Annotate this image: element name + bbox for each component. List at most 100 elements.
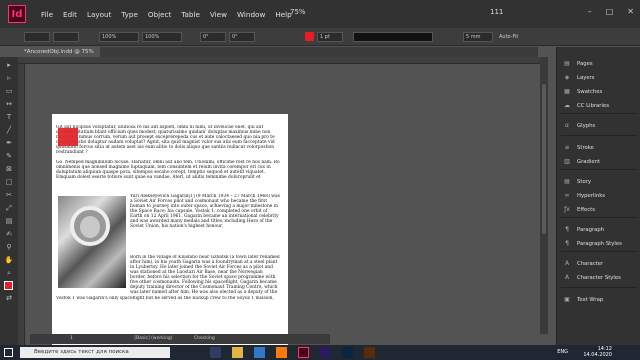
document-tabs: *AnсoredObj.indd @ 75% — [18, 47, 538, 57]
panel-item-story[interactable]: ▤ Story — [557, 175, 640, 188]
photoshop-icon[interactable] — [342, 347, 353, 358]
zoom-tool-icon[interactable]: ⌕ — [4, 268, 14, 278]
rectangle-frame-tool-icon[interactable]: ⊠ — [4, 164, 14, 174]
panel-item-label: Character Styles — [577, 274, 621, 281]
taskbar-search-input[interactable]: Введите здесь текст для поиска — [20, 347, 170, 358]
gradient-tool-icon[interactable]: ▤ — [4, 216, 14, 226]
stroke-type-field[interactable] — [353, 31, 433, 42]
explorer-icon[interactable] — [232, 347, 243, 358]
menu-view[interactable]: View — [205, 10, 232, 19]
panel-item-effects[interactable]: ƒx Effects — [557, 203, 640, 216]
menu-edit[interactable]: Edit — [58, 10, 82, 19]
bio-text-2[interactable]: Born in the village of Klushino near Gzh… — [130, 255, 280, 295]
panel-item-stroke[interactable]: ≡ Stroke — [557, 141, 640, 154]
clock-date: 14.04.2020 — [583, 352, 612, 358]
panel-item-character[interactable]: A Character — [557, 257, 640, 270]
scissors-tool-icon[interactable]: ✂ — [4, 190, 14, 200]
panel-item-swatches[interactable]: ▦ Swatches — [557, 85, 640, 98]
illustrator-icon[interactable] — [276, 347, 287, 358]
panel-item-paragraph[interactable]: ¶ Paragraph — [557, 223, 640, 236]
page-tool-icon[interactable]: ▭ — [4, 86, 14, 96]
horizontal-ruler[interactable] — [18, 57, 540, 64]
menu-object[interactable]: Object — [143, 10, 176, 19]
panel-item-label: Gradient — [577, 158, 601, 165]
menu-file[interactable]: File — [36, 10, 58, 19]
gap-tool-icon[interactable]: ↔ — [4, 99, 14, 109]
panel-item-pages[interactable]: ▤ Pages — [557, 57, 640, 70]
preflight-status[interactable]: Checking — [194, 336, 215, 341]
menu-window[interactable]: Window — [232, 10, 270, 19]
panel-item-label: Character — [577, 260, 604, 267]
scale-x-field[interactable]: 100% — [99, 31, 139, 42]
close-icon[interactable]: ✕ — [627, 7, 634, 16]
panel-item-paragraph-styles[interactable]: ¶ Paragraph Styles — [557, 237, 640, 250]
xd-icon[interactable] — [320, 347, 331, 358]
text-frame-mid[interactable]: Go. Nemped magnihillum locuse. Hariatur,… — [56, 160, 282, 188]
panel-item-label: CC Libraries — [577, 102, 609, 109]
panel-item-label: Story — [577, 178, 591, 185]
eyedropper-tool-icon[interactable]: ⚲ — [4, 242, 14, 252]
auto-fit-checkbox[interactable]: Auto-Fit — [499, 34, 518, 40]
chrome-icon[interactable] — [254, 347, 265, 358]
minimize-icon[interactable]: – — [588, 7, 592, 16]
panel-item-glyphs[interactable]: α Glyphs — [557, 119, 640, 132]
panel-item-label: Layers — [577, 74, 595, 81]
fill-swatch[interactable] — [305, 32, 314, 41]
text-wrap-icon: ▣ — [564, 295, 570, 303]
gradient-icon: ▥ — [564, 157, 570, 165]
scrollbar-thumb[interactable] — [542, 84, 546, 234]
panel-item-label: Pages — [577, 60, 593, 67]
page-number[interactable]: 1 — [70, 336, 73, 341]
document-tab[interactable]: *AnсoredObj.indd @ 75% — [18, 47, 100, 57]
shear-field[interactable]: 0° — [229, 31, 255, 42]
maximize-icon[interactable]: □ — [606, 7, 614, 16]
panel-item-gradient[interactable]: ▥ Gradient — [557, 155, 640, 168]
rectangle-tool-icon[interactable]: □ — [4, 177, 14, 187]
x-field[interactable] — [24, 31, 50, 42]
selection-tool-icon[interactable]: ▸ — [4, 60, 14, 70]
text-frame-top[interactable]: Git aut hicipsus voluptatur, illutiosa r… — [56, 125, 282, 159]
indesign-taskbar-icon[interactable] — [298, 347, 309, 358]
layers-icon: ◈ — [564, 73, 570, 81]
panel-item-label: Hyperlinks — [577, 192, 606, 199]
panel-item-label: Stroke — [577, 144, 594, 151]
clock[interactable]: 14:12 14.04.2020 — [583, 346, 612, 358]
panel-item-cc-libraries[interactable]: ☁ CC Libraries — [557, 99, 640, 112]
panel-item-layers[interactable]: ◈ Layers — [557, 71, 640, 84]
menu-type[interactable]: Type — [116, 10, 143, 19]
fill-color-icon[interactable] — [4, 281, 13, 290]
stroke-weight-field[interactable]: 1 pt — [317, 31, 343, 42]
panel-item-text-wrap[interactable]: ▣ Text Wrap — [557, 293, 640, 306]
type-tool-icon[interactable]: T — [4, 112, 14, 122]
corner-field[interactable]: 5 mm — [463, 31, 493, 42]
direct-selection-tool-icon[interactable]: ▹ — [4, 73, 14, 83]
line-tool-icon[interactable]: ╱ — [4, 125, 14, 135]
zoom-level[interactable]: 75% — [290, 8, 306, 16]
rotate-field[interactable]: 0° — [200, 31, 226, 42]
note-tool-icon[interactable]: ✍ — [4, 229, 14, 239]
bridge-icon[interactable] — [364, 347, 375, 358]
scale-y-field[interactable]: 100% — [142, 31, 182, 42]
panel-item-character-styles[interactable]: A Character Styles — [557, 271, 640, 284]
bio-text-1[interactable]: Yuri Alekseyevich Gagarin[1] (9 March 19… — [130, 194, 280, 254]
menubar: Id File Edit Layout Type Object Table Vi… — [0, 0, 640, 28]
control-panel: 100% 100% 0° 0° 1 pt 5 mm Auto-Fit — [0, 28, 640, 46]
y-field[interactable] — [53, 31, 79, 42]
anchored-red-rectangle[interactable] — [58, 128, 78, 146]
menu-layout[interactable]: Layout — [82, 10, 116, 19]
vertical-ruler[interactable] — [18, 64, 25, 345]
panels-dock: ▤ Pages ◈ Layers ▦ Swatches ☁ CC Libraries α Glyp… — [556, 47, 640, 345]
language-indicator[interactable]: ENG — [557, 349, 568, 355]
menu-table[interactable]: Table — [176, 10, 205, 19]
windows-start-icon[interactable] — [4, 348, 13, 357]
pen-tool-icon[interactable]: ✒ — [4, 138, 14, 148]
swap-icon[interactable]: ⇄ — [4, 293, 14, 303]
tools-panel: ▸ ▹ ▭ ↔ T ╱ ✒ ✎ ⊠ □ ✂ ⤢ ▤ ✍ ⚲ ✋ ⌕ ⇄ — [0, 57, 18, 345]
panel-item-hyperlinks[interactable]: ∞ Hyperlinks — [557, 189, 640, 202]
transform-tool-icon[interactable]: ⤢ — [4, 203, 14, 213]
hand-tool-icon[interactable]: ✋ — [4, 255, 14, 265]
pencil-tool-icon[interactable]: ✎ — [4, 151, 14, 161]
stroke-icon: ≡ — [564, 143, 570, 151]
bio-text-3[interactable]: Born in the village of Klushino near Gzh… — [56, 296, 282, 320]
task-view-icon[interactable] — [210, 347, 221, 358]
